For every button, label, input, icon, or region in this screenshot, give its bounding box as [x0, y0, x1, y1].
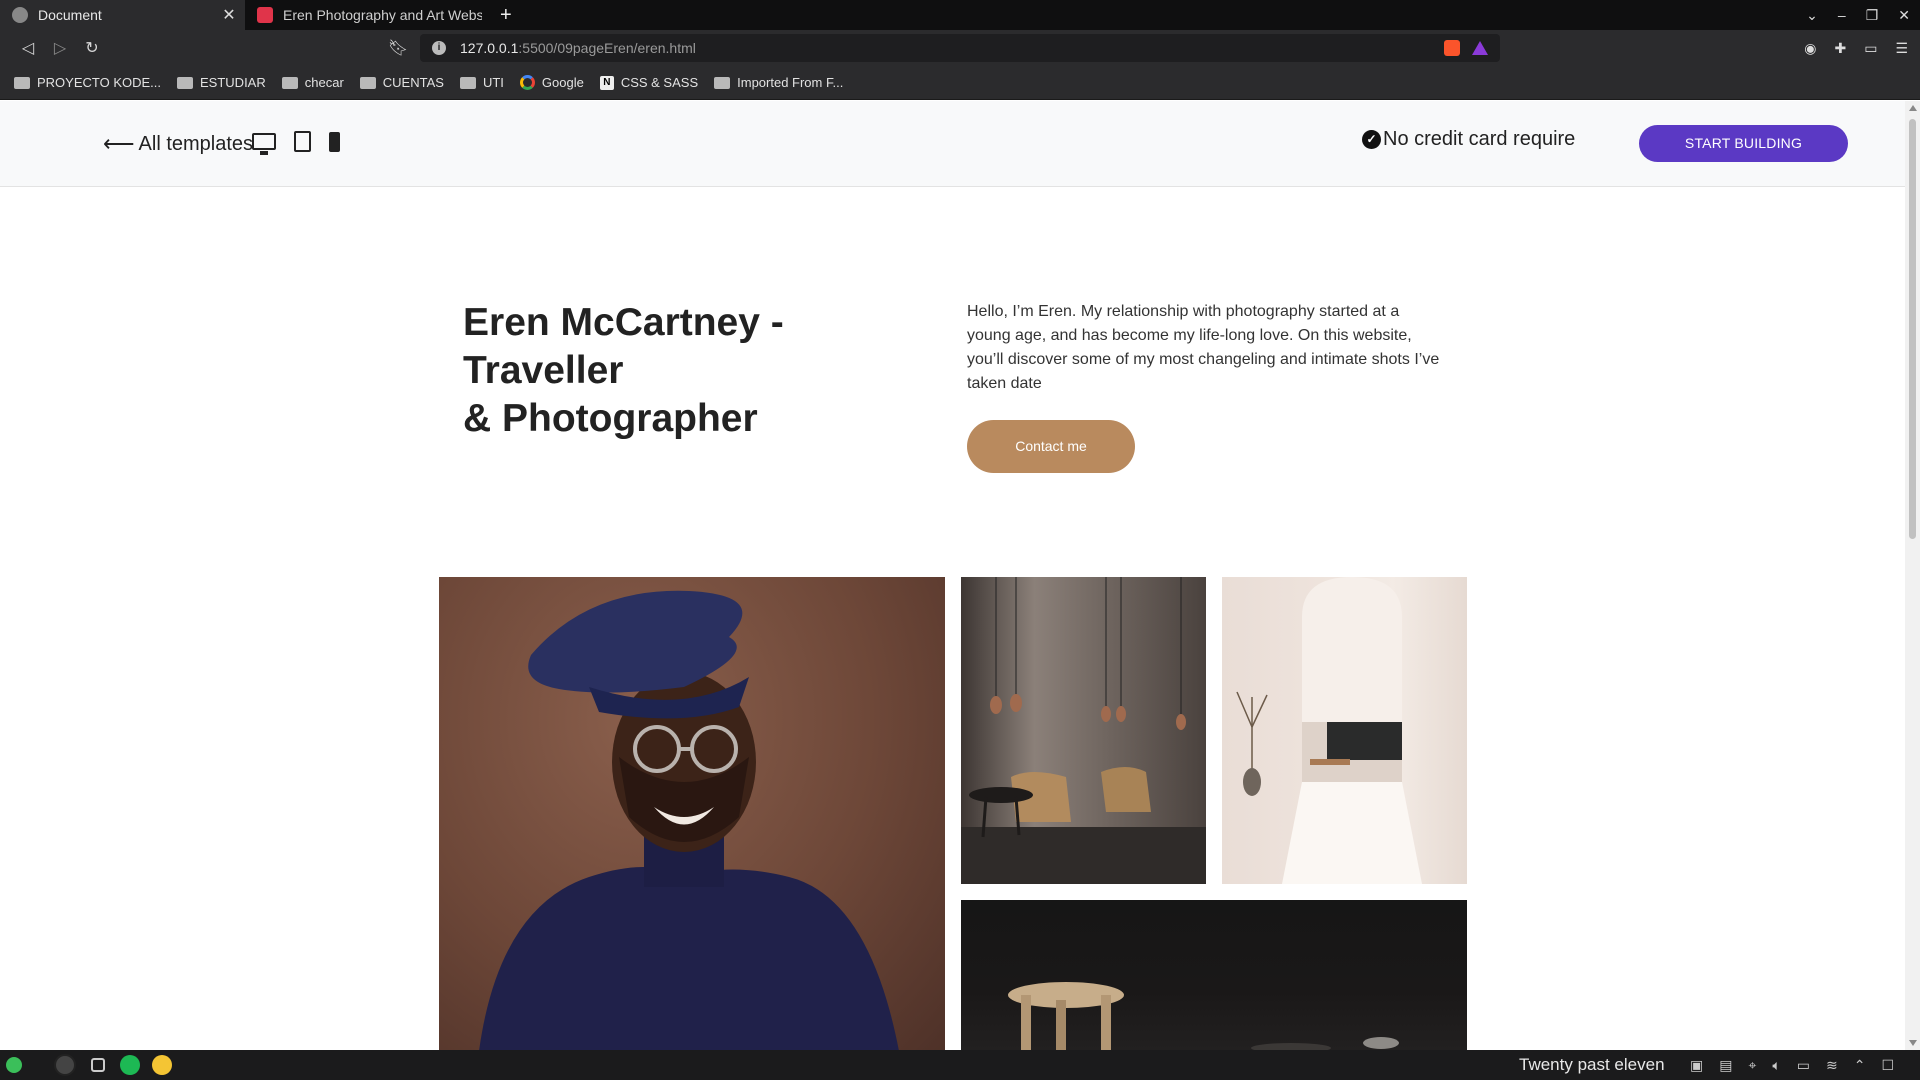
hero-intro: Hello, I’m Eren. My relationship with ph…	[967, 303, 1440, 392]
scroll-down-icon[interactable]	[1909, 1040, 1917, 1046]
bookmark-item[interactable]: CUENTAS	[359, 75, 444, 90]
hero-title: Eren McCartney - Traveller & Photographe…	[463, 301, 784, 440]
new-tab-button[interactable]: +	[500, 4, 512, 27]
restore-icon[interactable]: ❐	[1866, 7, 1879, 24]
white-room-illustration	[1236, 577, 1422, 884]
volume-icon[interactable]: 🔈︎	[1772, 1057, 1780, 1074]
folder-icon	[459, 76, 476, 89]
google-icon	[519, 75, 535, 90]
battery-icon[interactable]: ▭	[1797, 1057, 1810, 1074]
emoji-app-icon[interactable]	[152, 1055, 172, 1075]
page-scrollbar[interactable]	[1905, 101, 1920, 1050]
scroll-up-icon[interactable]	[1909, 105, 1917, 111]
tab-search-icon[interactable]: ⌄	[1806, 7, 1818, 24]
phone-icon[interactable]	[329, 131, 340, 152]
address-bar[interactable]: i 127.0.0.1:5500/09pageEren/eren.html	[420, 34, 1500, 62]
os-taskbar: Twenty past eleven ▣ ▤ ⌖ 🔈︎ ▭ ≋ ⌃ ☐	[0, 1050, 1920, 1080]
extensions-icon[interactable]: ✚	[1834, 40, 1846, 57]
lounge-photo	[961, 577, 1206, 884]
folder-icon	[714, 76, 731, 89]
lounge-illustration	[961, 577, 1206, 884]
url-path: :5500/09pageEren/eren.html	[518, 40, 696, 56]
bookmark-item[interactable]: UTI	[459, 75, 504, 90]
tab-title: Document	[38, 7, 102, 23]
back-icon[interactable]: ◁	[12, 38, 44, 58]
site-info-icon[interactable]: i	[432, 41, 446, 55]
folder-icon	[281, 76, 298, 89]
tab-eren[interactable]: Eren Photography and Art Websit	[245, 0, 490, 30]
window-switcher-icon[interactable]	[91, 1058, 105, 1072]
menu-icon[interactable]: ☰	[1895, 40, 1908, 57]
spotify-icon[interactable]	[120, 1055, 140, 1075]
folder-icon	[359, 76, 376, 89]
arrow-left-icon: ⟵	[103, 131, 135, 156]
bookmark-item[interactable]: N CSS & SASS	[599, 75, 698, 90]
minimize-icon[interactable]: –	[1838, 7, 1846, 23]
bookmark-icon[interactable]: 🔖︎	[382, 38, 414, 58]
tab-title: Eren Photography and Art Websit	[283, 7, 482, 23]
white-room-photo	[1222, 577, 1467, 884]
bookmark-item[interactable]: ESTUDIAR	[177, 75, 266, 90]
check-circle-icon: ✓	[1362, 130, 1381, 149]
portrait-illustration	[479, 590, 899, 1050]
forward-icon[interactable]: ▷	[44, 38, 76, 58]
stool-photo	[961, 900, 1467, 1050]
show-desktop-icon[interactable]: ☐	[1881, 1057, 1894, 1074]
device-switcher	[252, 131, 340, 155]
tablet-icon[interactable]	[294, 131, 311, 152]
window-controls: ⌄ – ❐ ✕	[1806, 0, 1910, 30]
bookmark-item[interactable]: checar	[281, 75, 344, 90]
app-menu-icon[interactable]	[6, 1057, 22, 1073]
wifi-icon[interactable]: ≋	[1826, 1057, 1838, 1074]
no-credit-label: No credit card require	[1383, 128, 1576, 150]
reload-icon[interactable]: ↻	[76, 38, 108, 58]
browser-tab-bar: Document ✕ Eren Photography and Art Webs…	[0, 0, 1920, 30]
location-icon[interactable]: ⌖	[1748, 1057, 1756, 1074]
system-tray: ▣ ▤ ⌖ 🔈︎ ▭ ≋ ⌃ ☐	[1690, 1057, 1894, 1074]
wallet-icon[interactable]: ▭	[1864, 40, 1877, 57]
all-templates-link[interactable]: ⟵ All templates	[103, 131, 253, 157]
brave-shields-icon[interactable]	[1444, 40, 1460, 56]
stool-illustration	[1008, 982, 1399, 1050]
site-favicon-icon	[257, 7, 273, 23]
contact-me-button[interactable]: Contact me	[967, 420, 1135, 473]
bookmarks-bar: PROYECTO KODE... ESTUDIAR checar CUENTAS…	[0, 66, 1920, 100]
portrait-photo	[439, 577, 945, 1050]
scroll-thumb[interactable]	[1909, 119, 1916, 539]
vpn-icon[interactable]: ◉	[1804, 40, 1816, 57]
notion-icon: N	[599, 75, 614, 90]
bookmark-item[interactable]: PROYECTO KODE...	[14, 75, 161, 90]
desktop-icon[interactable]	[252, 133, 276, 155]
no-credit-notice: ✓ No credit card require	[1362, 128, 1575, 151]
start-building-button[interactable]: START BUILDING	[1639, 125, 1848, 162]
all-templates-label: All templates	[138, 132, 254, 155]
bookmark-item[interactable]: Google	[519, 75, 584, 90]
brave-rewards-icon[interactable]	[1472, 41, 1488, 55]
notes-icon[interactable]: ▤	[1719, 1057, 1732, 1074]
template-topbar: ⟵ All templates ✓ No credit card require…	[0, 101, 1905, 187]
clipboard-icon[interactable]: ▣	[1690, 1057, 1703, 1074]
page-viewport: ⟵ All templates ✓ No credit card require…	[0, 101, 1905, 1050]
bookmark-item[interactable]: Imported From F...	[714, 75, 843, 90]
taskbar-clock[interactable]: Twenty past eleven	[1519, 1055, 1665, 1075]
folder-icon	[14, 76, 30, 89]
toolbar-right: ◉ ✚ ▭ ☰	[1804, 30, 1908, 66]
url-host: 127.0.0.1	[460, 40, 519, 56]
tab-document[interactable]: Document ✕	[0, 0, 245, 30]
close-window-icon[interactable]: ✕	[1898, 7, 1910, 24]
globe-icon	[12, 7, 28, 23]
browser-toolbar: ◁ ▷ ↻ 🔖︎ i 127.0.0.1:5500/09pageEren/ere…	[0, 30, 1920, 66]
folder-icon	[177, 76, 194, 89]
tray-expand-icon[interactable]: ⌃	[1854, 1057, 1866, 1074]
close-tab-icon[interactable]: ✕	[221, 5, 237, 25]
app-launcher-icon[interactable]	[54, 1054, 76, 1076]
